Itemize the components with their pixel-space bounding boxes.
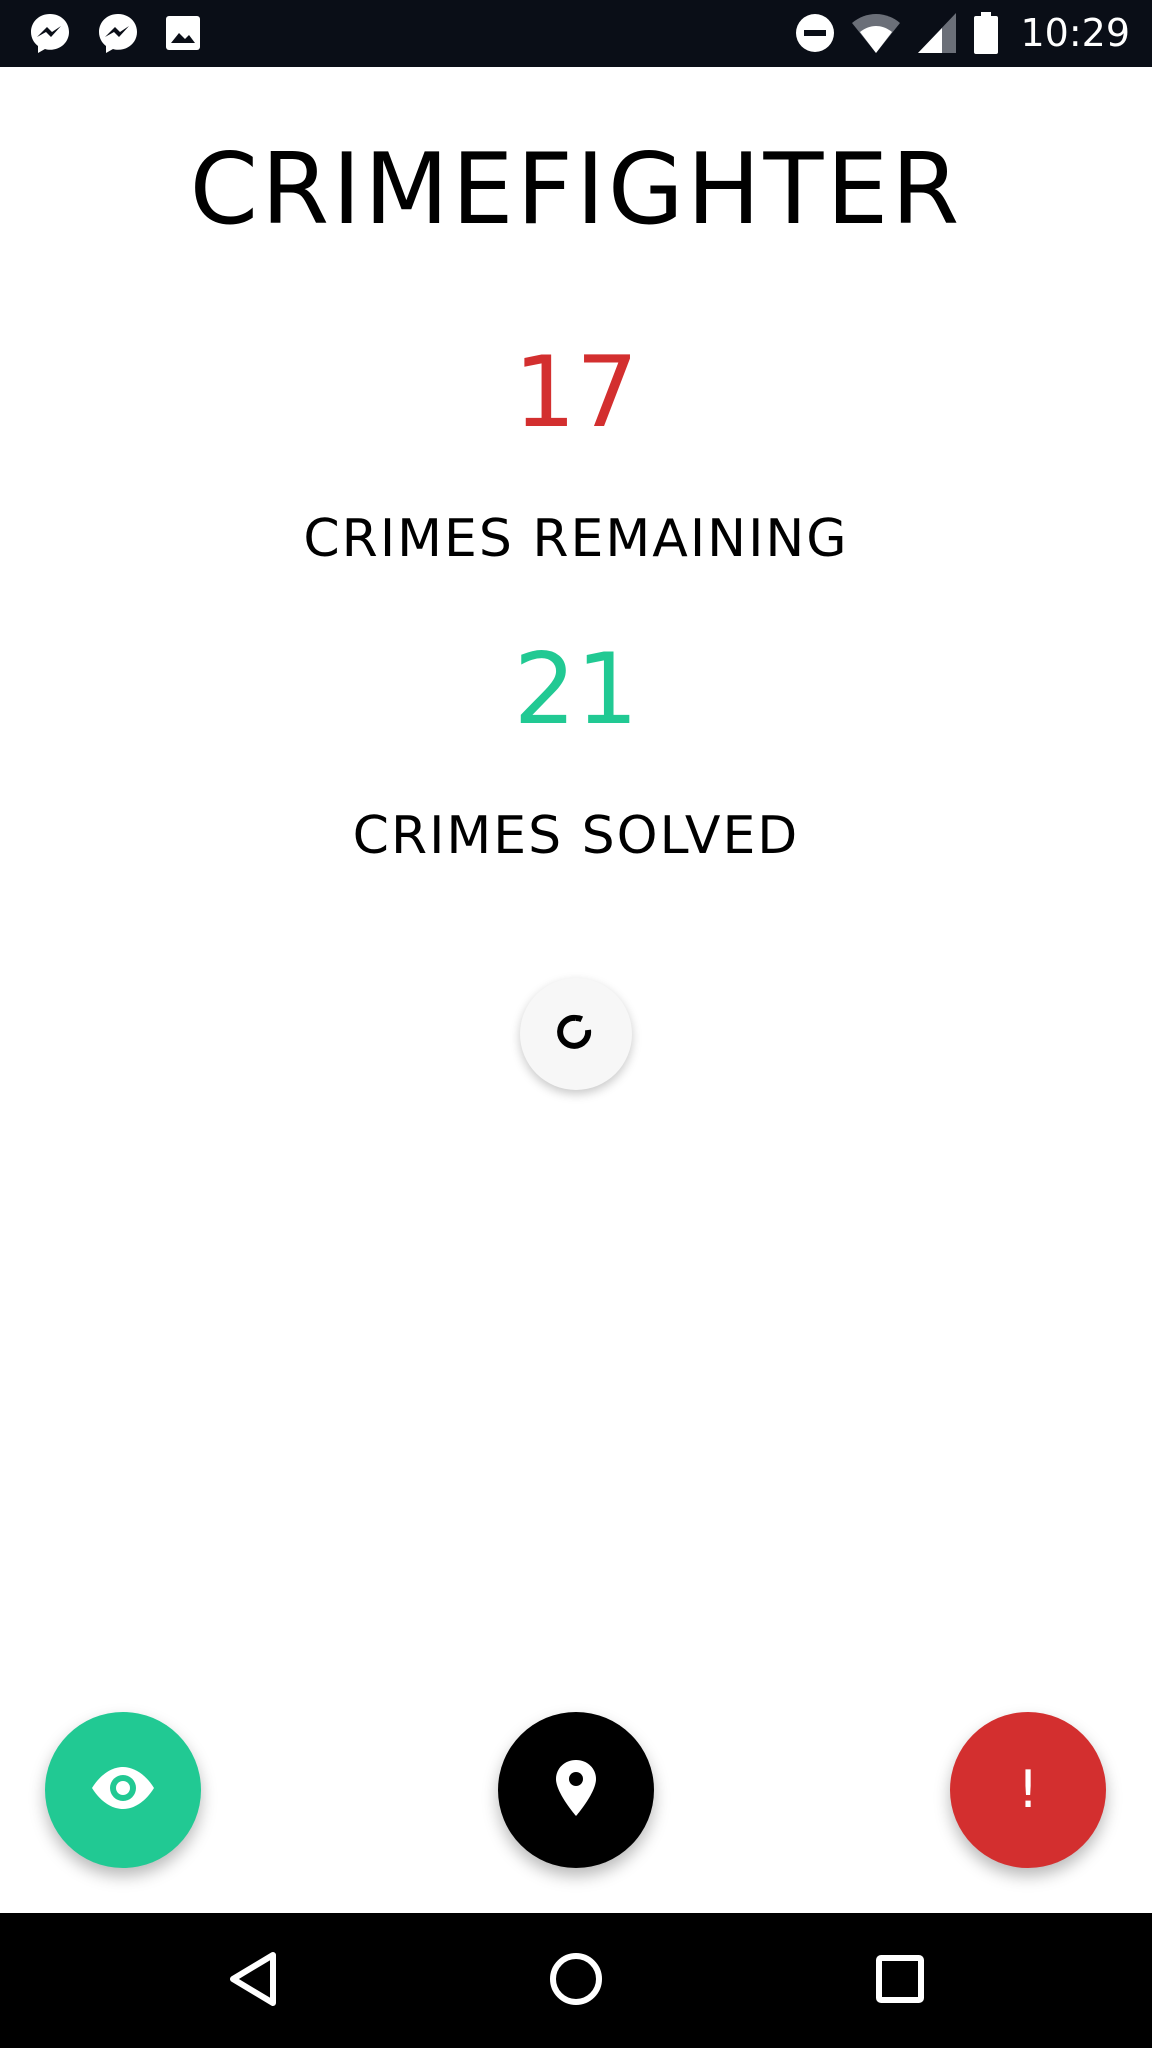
wifi-icon [850, 11, 902, 55]
location-pin-icon [554, 1758, 598, 1822]
home-icon [548, 1951, 604, 2011]
app-screen: 10:29 CRIMEFIGHTER 17 CRIMES REMAINING 2… [0, 0, 1152, 2048]
back-icon [227, 1951, 279, 2011]
messenger-icon [27, 10, 73, 56]
home-button[interactable] [538, 1943, 614, 2019]
report-crime-button[interactable]: ! [950, 1712, 1106, 1868]
app-title: CRIMEFIGHTER [189, 133, 963, 247]
status-bar: 10:29 [0, 0, 1152, 67]
crimes-solved-label: CRIMES SOLVED [352, 806, 800, 866]
messenger-icon [95, 10, 141, 56]
refresh-icon [546, 1002, 606, 1066]
crimes-remaining-label: CRIMES REMAINING [303, 509, 849, 569]
crimes-solved-count: 21 [513, 633, 639, 747]
exclamation-icon: ! [1017, 1760, 1039, 1820]
eye-icon [90, 1766, 156, 1814]
back-button[interactable] [215, 1943, 291, 2019]
crimes-remaining-count: 17 [513, 336, 639, 450]
signal-icon [916, 11, 958, 55]
status-time: 10:29 [1020, 11, 1130, 55]
system-status-area: 10:29 [794, 10, 1130, 56]
navigation-bar [0, 1913, 1152, 2048]
refresh-button[interactable] [520, 978, 632, 1090]
battery-icon [972, 10, 1000, 56]
notification-area [27, 10, 203, 56]
image-icon [163, 13, 203, 53]
do-not-disturb-icon [794, 12, 836, 54]
location-button[interactable] [498, 1712, 654, 1868]
recents-button[interactable] [862, 1943, 938, 2019]
watch-button[interactable] [45, 1712, 201, 1868]
recents-icon [874, 1953, 926, 2009]
